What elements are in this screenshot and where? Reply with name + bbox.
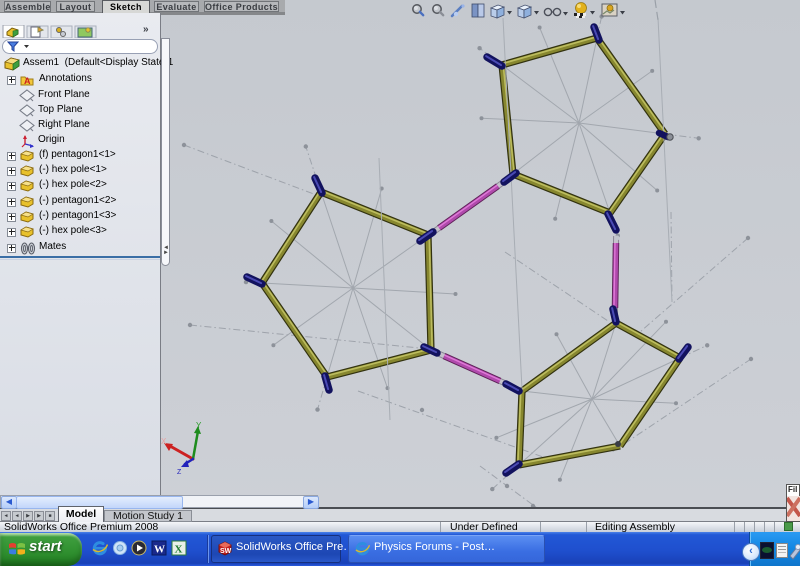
svg-text:X: X — [161, 437, 167, 446]
svg-text:Z: Z — [177, 469, 182, 476]
svg-text:SW: SW — [220, 548, 232, 555]
svg-text:Y: Y — [196, 421, 202, 430]
svg-text:W: W — [154, 544, 165, 556]
svg-text:X: X — [175, 544, 183, 556]
svg-text:A: A — [24, 76, 31, 86]
